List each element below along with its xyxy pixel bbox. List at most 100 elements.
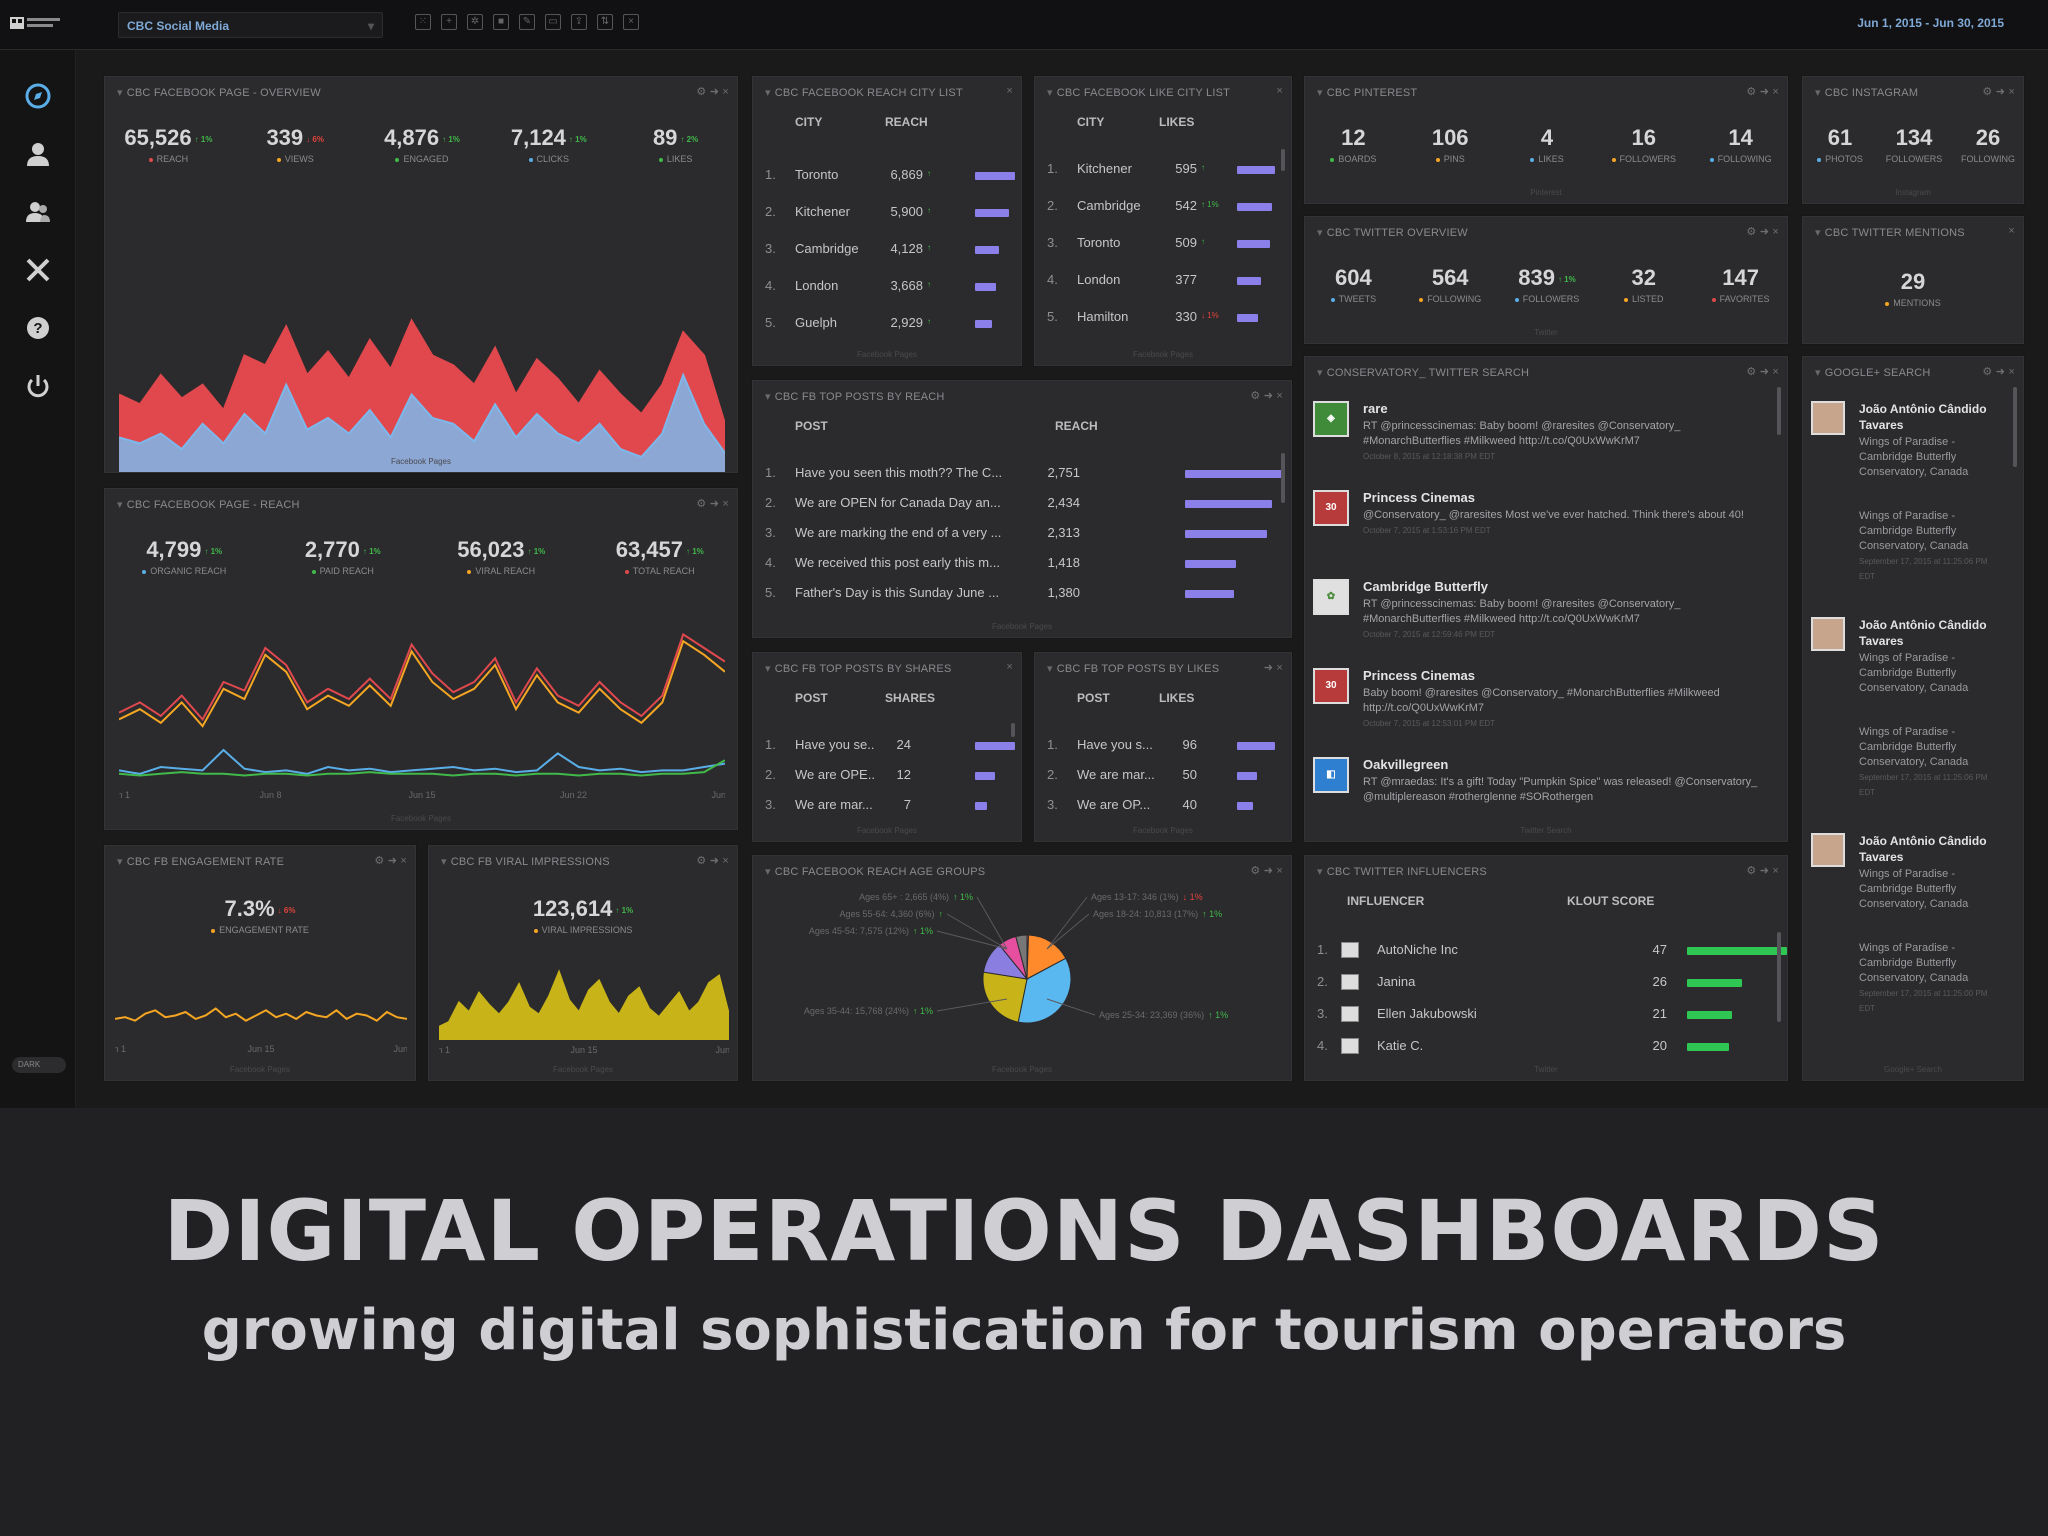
- save-icon[interactable]: ■: [493, 14, 509, 30]
- metric-value-wrap: 339 ↓ 6%: [232, 125, 359, 151]
- panel-controls-icon[interactable]: ⚙ ➜ ×: [1982, 85, 2015, 98]
- row-value: 12: [896, 767, 911, 782]
- scrollbar[interactable]: [2013, 387, 2017, 467]
- column-header[interactable]: Klout Score: [1567, 894, 1654, 908]
- panel-controls-icon[interactable]: ⚙ ➜ ×: [1746, 225, 1779, 238]
- collapse-icon[interactable]: ▾: [1815, 367, 1821, 379]
- panel-controls-icon[interactable]: ⚙ ➜ ×: [696, 854, 729, 867]
- table-row[interactable]: 1. AutoNiche Inc 47: [1317, 942, 1787, 962]
- panel-controls-icon[interactable]: ⚙ ➜ ×: [1250, 389, 1283, 402]
- panel-controls-icon[interactable]: ×: [1006, 85, 1013, 97]
- column-header[interactable]: Influencer: [1347, 894, 1424, 908]
- power-icon[interactable]: [22, 370, 54, 402]
- table-row[interactable]: 3. Toronto 509 ↑: [1047, 235, 1287, 255]
- user-icon[interactable]: [22, 138, 54, 170]
- column-header[interactable]: Shares: [885, 691, 935, 705]
- metric-value: 4,799: [146, 537, 202, 562]
- monitor-icon[interactable]: ▭: [545, 14, 561, 30]
- help-icon[interactable]: ?: [22, 312, 54, 344]
- collapse-icon[interactable]: ▾: [765, 87, 771, 99]
- table-row[interactable]: 5. Guelph 2,929 ↑: [765, 315, 1015, 335]
- panel-controls-icon[interactable]: ⚙ ➜ ×: [1250, 864, 1283, 877]
- scrollbar[interactable]: [1281, 149, 1285, 171]
- scrollbar[interactable]: [1011, 723, 1015, 737]
- table-row[interactable]: 5. Hamilton 330 ↓ 1%: [1047, 309, 1287, 329]
- plus-icon[interactable]: +: [441, 14, 457, 30]
- panel-controls-icon[interactable]: ⚙ ➜ ×: [1982, 365, 2015, 378]
- collapse-icon[interactable]: ▾: [1815, 227, 1821, 239]
- table-row[interactable]: 1. Kitchener 595 ↑: [1047, 161, 1287, 181]
- table-row[interactable]: 2. We are mar... 50: [1047, 767, 1287, 787]
- table-row[interactable]: 2. We are OPE... 12: [765, 767, 1015, 787]
- compass-icon[interactable]: [22, 80, 54, 112]
- collapse-icon[interactable]: ▾: [1317, 227, 1323, 239]
- table-row[interactable]: 2. Cambridge 542 ↑ 1%: [1047, 198, 1287, 218]
- panel-controls-icon[interactable]: ×: [1276, 85, 1283, 97]
- table-row[interactable]: 4. London 3,668 ↑: [765, 278, 1015, 298]
- column-header[interactable]: Post: [1077, 691, 1110, 705]
- dashboard-selector[interactable]: CBC Social Media ▾: [118, 12, 383, 38]
- column-header[interactable]: City: [795, 115, 822, 129]
- table-row[interactable]: 4. London 377: [1047, 272, 1287, 292]
- panel-controls-icon[interactable]: ×: [1006, 661, 1013, 673]
- column-header[interactable]: Post: [795, 691, 828, 705]
- table-row[interactable]: 1. Have you seen this moth?? The C... 2,75…: [765, 465, 1283, 485]
- brand-logo[interactable]: [10, 15, 66, 35]
- tools-icon[interactable]: [22, 254, 54, 286]
- table-row[interactable]: 3. We are mar... 7: [765, 797, 1015, 817]
- collapse-icon[interactable]: ▾: [1047, 87, 1053, 99]
- grid-icon[interactable]: ⁙: [415, 14, 431, 30]
- panel-controls-icon[interactable]: ⚙ ➜ ×: [374, 854, 407, 867]
- column-header[interactable]: City: [1077, 115, 1104, 129]
- collapse-icon[interactable]: ▾: [765, 663, 771, 675]
- gear-icon[interactable]: ✲: [467, 14, 483, 30]
- table-row[interactable]: 3. Cambridge 4,128 ↑: [765, 241, 1015, 261]
- table-row[interactable]: 1. Toronto 6,869 ↑: [765, 167, 1015, 187]
- svg-text:?: ?: [33, 320, 42, 337]
- table-row[interactable]: 3. We are marking the end of a very ... 2,…: [765, 525, 1280, 545]
- collapse-icon[interactable]: ▾: [441, 856, 447, 868]
- panel-controls-icon[interactable]: ⚙ ➜ ×: [1746, 85, 1779, 98]
- table-row[interactable]: 2. We are OPEN for Canada Day an... 2,434: [765, 495, 1280, 515]
- close-icon[interactable]: ×: [623, 14, 639, 30]
- table-row[interactable]: 4. Katie C. 20: [1317, 1038, 1777, 1058]
- collapse-icon[interactable]: ▾: [1317, 87, 1323, 99]
- edit-icon[interactable]: ✎: [519, 14, 535, 30]
- table-row[interactable]: 1. Have you se... 24: [765, 737, 1015, 757]
- panel-controls-icon[interactable]: ➜ ×: [1264, 661, 1283, 674]
- scrollbar[interactable]: [1777, 932, 1781, 1022]
- users-icon[interactable]: [22, 196, 54, 228]
- scrollbar[interactable]: [1281, 453, 1285, 503]
- table-row[interactable]: 3. Ellen Jakubowski 21: [1317, 1006, 1777, 1026]
- panel-controls-icon[interactable]: ⚙ ➜ ×: [696, 85, 729, 98]
- collapse-icon[interactable]: ▾: [1317, 866, 1323, 878]
- table-row[interactable]: 5. Father's Day is this Sunday June ... 1,…: [765, 585, 1280, 605]
- table-row[interactable]: 2. Kitchener 5,900 ↑: [765, 204, 1015, 224]
- column-header[interactable]: Reach: [885, 115, 928, 129]
- collapse-icon[interactable]: ▾: [1317, 367, 1323, 379]
- collapse-icon[interactable]: ▾: [765, 391, 771, 403]
- column-header[interactable]: Reach: [1055, 419, 1098, 433]
- table-row[interactable]: 4. We received this post early this m... 1…: [765, 555, 1280, 575]
- date-range-picker[interactable]: Jun 1, 2015 - Jun 30, 2015: [1857, 16, 2004, 30]
- panel-controls-icon[interactable]: ×: [2008, 225, 2015, 237]
- share-icon[interactable]: ⇪: [571, 14, 587, 30]
- panel-controls-icon[interactable]: ⚙ ➜ ×: [696, 497, 729, 510]
- table-row[interactable]: 2. Janina 26: [1317, 974, 1777, 994]
- column-header[interactable]: Likes: [1159, 691, 1194, 705]
- table-row[interactable]: 1. Have you s... 96: [1047, 737, 1287, 757]
- dark-mode-toggle[interactable]: DARK: [12, 1057, 66, 1073]
- panel-controls-icon[interactable]: ⚙ ➜ ×: [1746, 864, 1779, 877]
- collapse-icon[interactable]: ▾: [117, 87, 123, 99]
- scrollbar[interactable]: [1777, 387, 1781, 435]
- sort-icon[interactable]: ⇅: [597, 14, 613, 30]
- column-header[interactable]: Likes: [1159, 115, 1194, 129]
- collapse-icon[interactable]: ▾: [765, 866, 771, 878]
- collapse-icon[interactable]: ▾: [1047, 663, 1053, 675]
- collapse-icon[interactable]: ▾: [1815, 87, 1821, 99]
- collapse-icon[interactable]: ▾: [117, 499, 123, 511]
- panel-controls-icon[interactable]: ⚙ ➜ ×: [1746, 365, 1779, 378]
- column-header[interactable]: Post: [795, 419, 828, 433]
- table-row[interactable]: 3. We are OP... 40: [1047, 797, 1287, 817]
- collapse-icon[interactable]: ▾: [117, 856, 123, 868]
